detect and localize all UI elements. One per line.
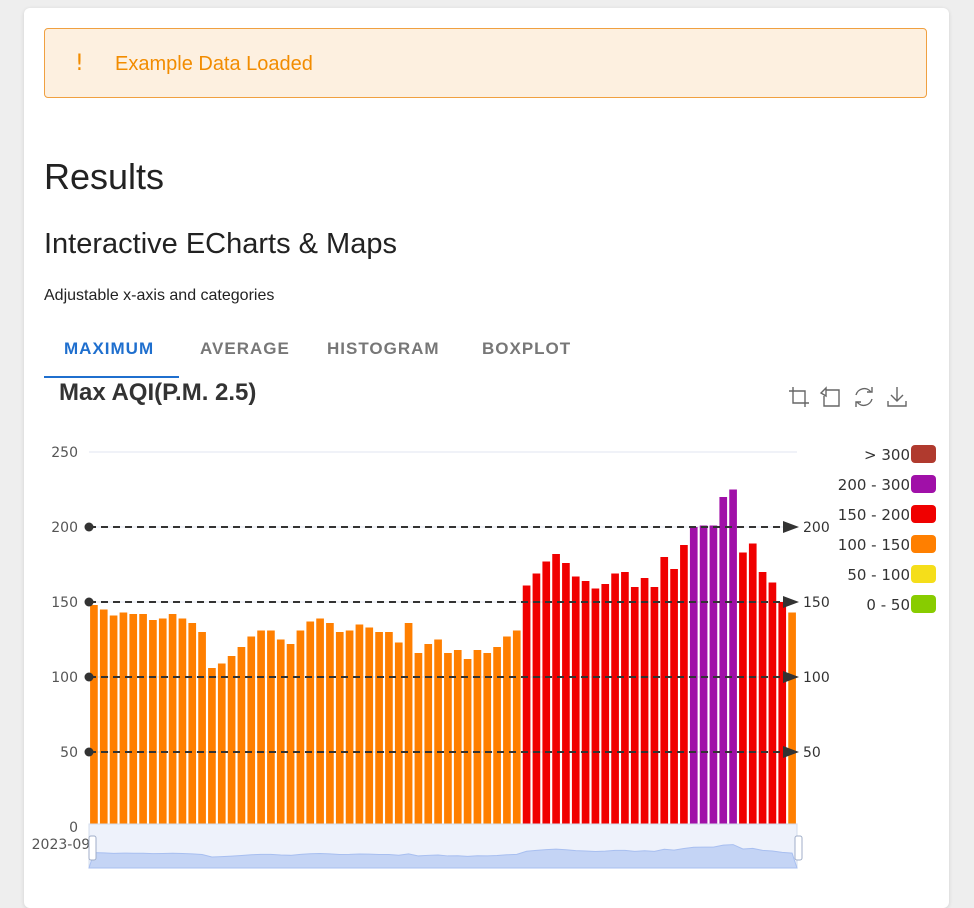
mark-line-label: 100 — [803, 670, 830, 686]
bar — [483, 653, 492, 827]
bar — [611, 573, 619, 827]
y-tick-label: 100 — [51, 670, 78, 686]
bar — [365, 627, 374, 827]
bar — [188, 623, 197, 827]
bar — [424, 644, 433, 827]
mark-line-start — [84, 747, 94, 757]
bar — [581, 581, 590, 827]
bar — [729, 489, 737, 827]
bar — [198, 632, 206, 827]
bar — [404, 623, 413, 827]
bar — [237, 647, 246, 827]
bar — [621, 572, 629, 827]
mark-line-label: 200 — [803, 520, 830, 536]
bar — [571, 576, 580, 827]
bar — [335, 632, 344, 827]
bar — [306, 621, 315, 827]
bar — [99, 609, 108, 827]
mark-line-label: 150 — [803, 595, 830, 611]
bar — [119, 612, 128, 827]
bar — [532, 573, 541, 827]
bar — [414, 653, 423, 827]
bar — [355, 624, 364, 827]
bar — [168, 614, 177, 827]
y-tick-label: 150 — [51, 595, 78, 611]
bar — [591, 588, 600, 827]
bar — [296, 630, 305, 827]
y-tick-label: 200 — [51, 520, 78, 536]
bar-chart: 050100150200250200150100502023-09-28 00:… — [32, 445, 830, 869]
bar — [552, 554, 560, 827]
bar — [719, 497, 728, 827]
bar — [660, 557, 669, 827]
bar — [748, 543, 757, 827]
bar — [758, 572, 767, 827]
mark-line-arrow — [783, 596, 799, 608]
bar — [650, 587, 659, 827]
bar — [129, 614, 138, 827]
bar — [276, 639, 285, 827]
bar — [522, 585, 531, 827]
bar — [267, 630, 275, 827]
bar — [434, 639, 442, 827]
bar — [257, 630, 265, 827]
bar — [139, 614, 147, 827]
mark-line-start — [84, 672, 94, 682]
bar — [640, 578, 649, 827]
bar — [493, 647, 501, 827]
bar — [739, 552, 747, 827]
bar — [217, 663, 226, 827]
y-tick-label: 250 — [51, 445, 78, 461]
bar — [680, 545, 688, 827]
bar — [630, 587, 639, 827]
bar — [463, 659, 472, 827]
bar — [670, 569, 678, 827]
bar — [601, 584, 610, 827]
bar — [385, 632, 393, 827]
bar — [227, 656, 236, 827]
mark-line-arrow — [783, 521, 799, 533]
bar — [444, 653, 452, 827]
bar — [208, 668, 216, 827]
datazoom-handle-right — [794, 835, 803, 861]
mark-line-label: 50 — [803, 745, 821, 761]
bar — [90, 605, 98, 827]
bar — [158, 618, 167, 827]
bar — [247, 636, 256, 827]
bar — [316, 618, 324, 827]
bar — [778, 602, 787, 827]
bar — [394, 642, 403, 827]
bar — [286, 644, 295, 827]
bar — [768, 582, 777, 827]
bar — [326, 623, 334, 827]
bar — [149, 620, 157, 827]
mark-line-start — [84, 597, 94, 607]
bar — [375, 632, 383, 827]
datazoom-handle-left — [88, 835, 97, 861]
bar — [178, 618, 187, 827]
y-tick-label: 50 — [60, 745, 78, 761]
mark-line-start — [84, 522, 94, 532]
bar — [503, 636, 511, 827]
bar — [345, 630, 354, 827]
y-tick-label: 0 — [69, 820, 78, 836]
bar — [109, 615, 118, 827]
bar — [788, 612, 796, 827]
bar — [512, 630, 521, 827]
